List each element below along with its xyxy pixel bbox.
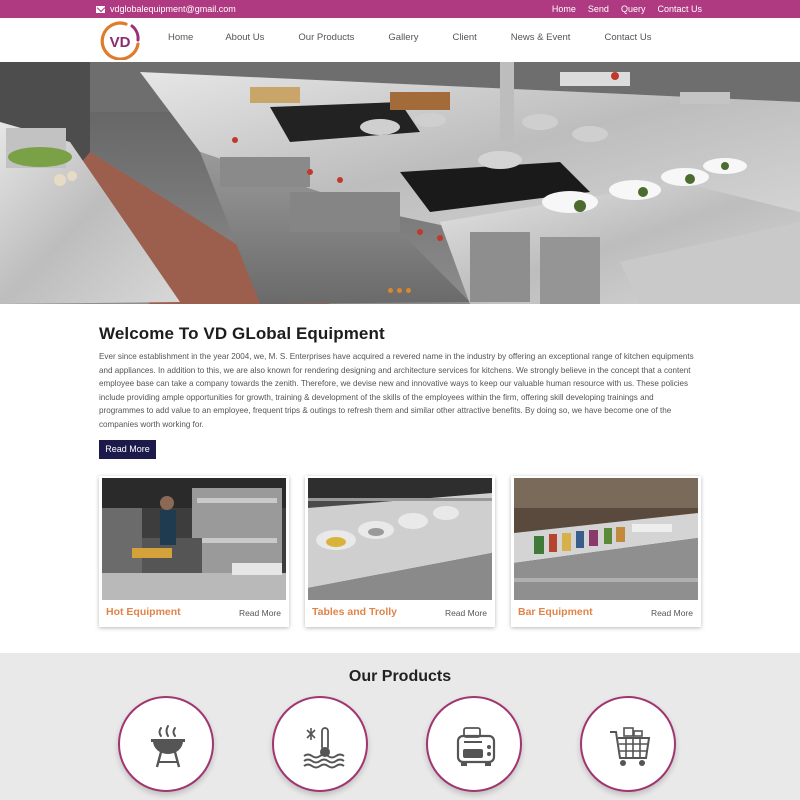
read-more-button[interactable]: Read More [99,440,156,459]
card-read-more-tables-trolly[interactable]: Read More [445,608,487,618]
product-circle-grill[interactable] [118,696,214,792]
product-card-bar-equipment[interactable]: Bar Equipment Read More [511,476,701,627]
nav-gallery[interactable]: Gallery [388,32,418,43]
card-title-hot-equipment[interactable]: Hot Equipment [106,606,181,618]
top-link-send[interactable]: Send [588,4,609,14]
temperature-waves-icon [303,727,345,769]
welcome-title: Welcome To VD GLobal Equipment [99,324,385,343]
product-circle-cooling[interactable] [272,696,368,792]
welcome-section: Welcome To VD GLobal Equipment Ever sinc… [99,324,701,431]
card-read-more-hot-equipment[interactable]: Read More [239,608,281,618]
top-links: Home Send Query Contact Us [552,4,702,14]
slider-dot-2[interactable] [397,288,402,293]
page: vdglobalequipment@gmail.com Home Send Qu… [0,0,800,800]
product-circle-toaster[interactable] [426,696,522,792]
product-card-tables-trolly[interactable]: Tables and Trolly Read More [305,476,495,627]
hero-kitchen-image [0,62,800,304]
hero-slider[interactable] [0,62,800,304]
welcome-body: Ever since establishment in the year 200… [99,352,694,429]
hot-equipment-image [102,478,286,600]
slider-dot-3[interactable] [406,288,411,293]
our-products-section: Our Products [0,653,800,800]
slider-dots [388,288,411,293]
header: VD Home About Us Our Products Gallery Cl… [0,18,800,62]
mail-icon [96,5,105,13]
product-card-hot-equipment[interactable]: Hot Equipment Read More [99,476,289,627]
nav-contact-us[interactable]: Contact Us [604,32,651,43]
tables-trolly-image [308,478,492,600]
top-link-home[interactable]: Home [552,4,576,14]
site-logo[interactable]: VD [98,20,142,60]
toaster-icon [456,727,496,766]
main-nav: Home About Us Our Products Gallery Clien… [168,32,651,43]
email-text[interactable]: vdglobalequipment@gmail.com [110,4,236,14]
barbecue-grill-icon [151,725,185,768]
slider-dot-1[interactable] [388,288,393,293]
top-bar: vdglobalequipment@gmail.com Home Send Qu… [0,0,800,18]
nav-client[interactable]: Client [452,32,476,43]
shopping-cart-icon [610,727,651,766]
card-title-bar-equipment[interactable]: Bar Equipment [518,606,593,618]
card-title-tables-trolly[interactable]: Tables and Trolly [312,606,397,618]
product-circle-trolley[interactable] [580,696,676,792]
nav-our-products[interactable]: Our Products [298,32,354,43]
top-link-contact[interactable]: Contact Us [657,4,702,14]
top-link-query[interactable]: Query [621,4,646,14]
products-title: Our Products [348,668,452,685]
card-read-more-bar-equipment[interactable]: Read More [651,608,693,618]
bar-equipment-image [514,478,698,600]
nav-news-event[interactable]: News & Event [511,32,571,43]
nav-about-us[interactable]: About Us [225,32,264,43]
contact-email[interactable]: vdglobalequipment@gmail.com [96,4,236,14]
logo-text: VD [110,34,131,51]
nav-home[interactable]: Home [168,32,193,43]
